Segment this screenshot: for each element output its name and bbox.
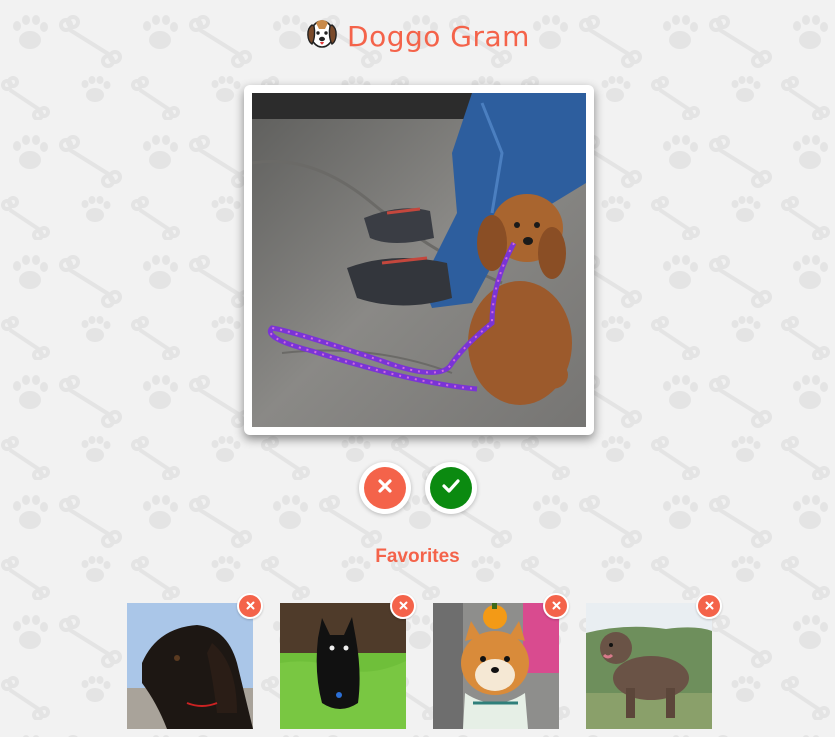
app-root: Doggo Gram Favorites — [0, 0, 835, 737]
favorite-item — [433, 593, 569, 729]
close-icon — [705, 597, 714, 615]
close-icon — [552, 597, 561, 615]
close-icon — [246, 597, 255, 615]
favorite-dog-photo — [433, 603, 559, 729]
favorite-dog-photo — [280, 603, 406, 729]
current-dog-photo — [252, 93, 586, 427]
reject-button[interactable] — [359, 462, 411, 514]
favorite-item — [127, 593, 263, 729]
app-header: Doggo Gram — [0, 14, 835, 58]
beagle-dog-icon — [305, 17, 339, 56]
remove-favorite-button[interactable] — [543, 593, 569, 619]
current-photo-card — [244, 85, 594, 435]
favorite-item — [586, 593, 722, 729]
remove-favorite-button[interactable] — [696, 593, 722, 619]
remove-favorite-button[interactable] — [237, 593, 263, 619]
favorites-heading: Favorites — [375, 546, 460, 567]
favorite-dog-photo — [586, 603, 712, 729]
approve-button[interactable] — [425, 462, 477, 514]
close-icon — [377, 478, 393, 499]
app-title: Doggo Gram — [347, 19, 530, 53]
check-icon — [442, 478, 460, 499]
close-icon — [399, 597, 408, 615]
remove-favorite-button[interactable] — [390, 593, 416, 619]
favorite-item — [280, 593, 416, 729]
favorite-dog-photo — [127, 603, 253, 729]
